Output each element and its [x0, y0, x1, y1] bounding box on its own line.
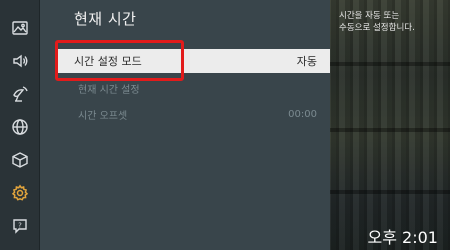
menu-item-value: 00:00 [288, 108, 317, 120]
general-gear-icon [11, 184, 29, 201]
broadcast-category[interactable] [0, 78, 40, 110]
menu-item-label: 현재 시간 설정 [78, 84, 140, 96]
system-category[interactable] [0, 144, 40, 176]
clock-display: 오후 2:01 [367, 228, 438, 247]
general-category[interactable] [0, 177, 40, 209]
sound-icon [13, 54, 28, 68]
svg-text:?: ? [18, 222, 22, 230]
sound-category[interactable] [0, 45, 40, 77]
settings-category-rail: ? [0, 0, 40, 250]
support-icon: ? [13, 219, 27, 234]
panel-title: 현재 시간 [74, 10, 137, 28]
help-text-line: 시간을 자동 또는 [339, 11, 400, 21]
help-description: 시간을 자동 또는 수동으로 설정합니다. [339, 10, 449, 34]
red-highlight-box [55, 40, 184, 81]
menu-item-label: 시간 오프셋 [78, 110, 128, 122]
picture-icon [12, 21, 28, 35]
broadcast-icon [13, 86, 28, 102]
help-text-line: 수동으로 설정합니다. [339, 23, 415, 33]
time-settings-panel: 현재 시간 시간 설정 모드 자동 현재 시간 설정 시간 오프셋 00:00 [40, 0, 330, 250]
network-category[interactable] [0, 111, 40, 143]
system-icon [12, 152, 28, 168]
menu-item-value: 자동 [296, 55, 317, 68]
support-category[interactable]: ? [0, 210, 40, 242]
network-icon [12, 119, 28, 135]
picture-category[interactable] [0, 12, 40, 44]
time-offset-item: 시간 오프셋 00:00 [56, 102, 330, 126]
